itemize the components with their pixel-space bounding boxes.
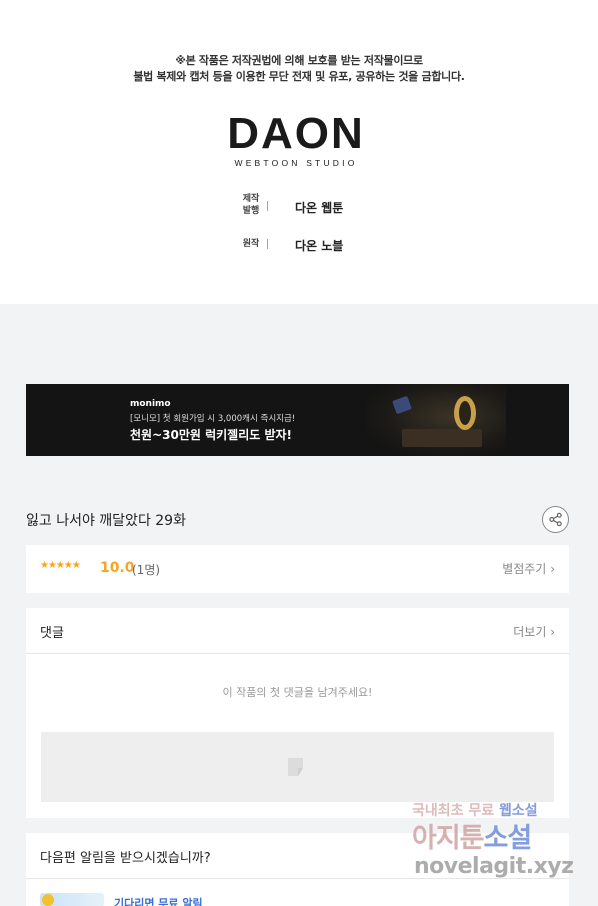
credit-value-production: 다온 웹툰	[295, 201, 344, 215]
comments-more-button[interactable]: 더보기 ›	[513, 623, 555, 640]
credit-divider	[267, 201, 268, 211]
comments-empty-message: 이 작품의 첫 댓글을 남겨주세요!	[222, 686, 373, 699]
comments-more-label: 더보기	[513, 625, 547, 639]
copyright-notice-line2: 불법 복제와 캡처 등을 이용한 무단 전재 및 유포, 공유하는 것을 금합니…	[133, 70, 465, 83]
credit-divider	[267, 239, 268, 249]
divider	[26, 878, 569, 879]
comments-header: 댓글 더보기 ›	[26, 608, 569, 654]
ad-banner[interactable]: monimo [모니모] 첫 회원가입 시 3,000캐시 즉시지급! 천원~3…	[26, 384, 569, 456]
ad-text-line2: 천원~30만원 럭키젤리도 받자!	[130, 428, 293, 442]
logo-subtitle: WEBTOON STUDIO	[234, 158, 358, 168]
credit-value-original: 다온 노블	[295, 239, 344, 253]
ad-pedestal	[402, 429, 482, 447]
rating-score: 10.0	[100, 560, 135, 576]
ad-brand: monimo	[130, 399, 171, 409]
rate-button[interactable]: 별점주기 ›	[502, 560, 555, 577]
copyright-section: ※본 작품은 저작권법에 의해 보호를 받는 저작물이므로 불법 복제와 캡처 …	[0, 0, 598, 304]
rating-count: (1명)	[132, 563, 161, 577]
comments-title: 댓글	[40, 626, 64, 641]
daon-studio-logo: DAON WEBTOON STUDIO	[222, 112, 370, 170]
logo-wordmark: DAON	[227, 109, 365, 158]
next-alert-question: 다음편 알림을 받으시겠습니까?	[40, 851, 211, 866]
credit-label-original: 원작	[242, 239, 260, 249]
clock-icon	[42, 894, 54, 906]
alert-option[interactable]: 기다리면 무료 알림	[114, 895, 203, 906]
comment-input-box[interactable]	[41, 732, 554, 802]
copyright-notice-line1: ※본 작품은 저작권법에 의해 보호를 받는 저작물이므로	[175, 54, 423, 67]
next-episode-alert-card: 다음편 알림을 받으시겠습니까? 기다리면 무료 알림	[26, 833, 569, 906]
chevron-right-icon: ›	[550, 562, 555, 576]
share-icon	[549, 512, 562, 527]
comments-card: 댓글 더보기 › 이 작품의 첫 댓글을 남겨주세요!	[26, 608, 569, 818]
episode-title: 잃고 나서야 깨달았다 29화	[26, 513, 186, 529]
ad-ring-icon	[454, 396, 476, 430]
share-button[interactable]	[542, 506, 569, 533]
rate-button-label: 별점주기	[502, 562, 547, 576]
rating-card: ★★★★★ 10.0 (1명) 별점주기 ›	[26, 545, 569, 593]
rating-stars-icon: ★★★★★	[40, 560, 81, 571]
chevron-right-icon: ›	[550, 625, 555, 639]
write-icon	[288, 758, 303, 776]
ad-text-line1: [모니모] 첫 회원가입 시 3,000캐시 즉시지급!	[130, 414, 296, 424]
credit-label-production: 제작 발행	[242, 194, 260, 216]
